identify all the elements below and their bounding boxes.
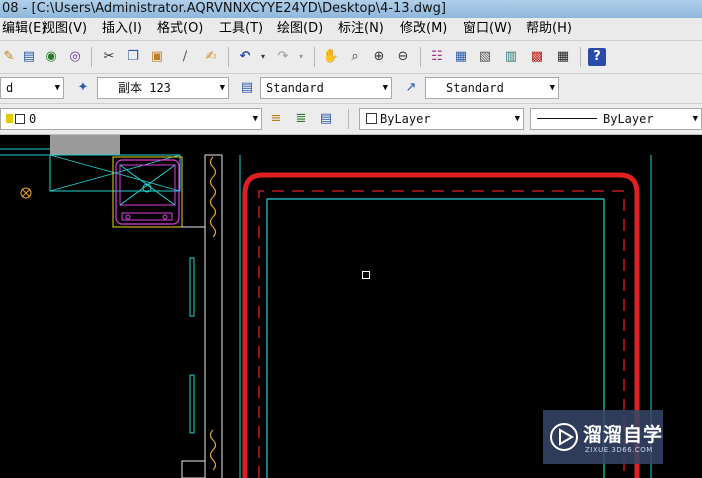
styles-toolbar: d ▼ ✦ 副本 123 ▼ ▤ Standard ▼ ↗ Standard ▼ — [0, 74, 702, 104]
tool-palettes-icon[interactable]: ▧ — [476, 48, 494, 66]
markup-icon[interactable]: ▩ — [528, 48, 546, 66]
menu-window[interactable]: 窗口(W) — [461, 18, 514, 40]
chevron-down-icon: ▼ — [219, 83, 225, 93]
chevron-down-icon: ▼ — [514, 114, 520, 124]
wall-lines — [181, 154, 223, 478]
menu-draw[interactable]: 绘图(D) — [275, 18, 325, 40]
upper-left-block — [0, 135, 181, 192]
multileader-style-select[interactable]: Standard ▼ — [425, 77, 559, 99]
color-swatch — [366, 113, 377, 124]
multileader-style-icon[interactable]: ↗ — [402, 79, 420, 97]
pan-icon[interactable]: ✋ — [322, 48, 340, 66]
paste-icon[interactable]: ▣ — [148, 48, 166, 66]
dim-style-icon[interactable]: ✦ — [74, 79, 92, 97]
orange-marker — [20, 187, 32, 199]
make-object-layer-current-icon[interactable]: ≡ — [267, 110, 285, 128]
play-icon — [550, 423, 578, 451]
chevron-down-icon: ▼ — [692, 114, 698, 124]
menu-view[interactable]: 视图(V) — [40, 18, 89, 40]
menu-help[interactable]: 帮助(H) — [524, 18, 574, 40]
cursor-pickbox — [362, 271, 370, 279]
standard-toolbar: ✎ ▤ ◉ ◎ ✂ ❐ ▣ ∕ ✍ ↶ ▾ ↷ ▾ ✋ ⌕ ⊕ ⊖ ☷ ▦ ▧ … — [0, 41, 702, 74]
zoom-previous-icon[interactable]: ⊖ — [394, 48, 412, 66]
calculator-icon[interactable]: ▦ — [554, 48, 572, 66]
menu-bar: 编辑(E) 视图(V) 插入(I) 格式(O) 工具(T) 绘图(D) 标注(N… — [0, 18, 702, 41]
plot-icon[interactable]: ◎ — [66, 48, 84, 66]
text-style-value: d — [6, 81, 14, 95]
cut-icon[interactable]: ✂ — [100, 48, 118, 66]
layers-toolbar: 0 ▼ ≡ ≣ ▤ ByLayer ▼ ByLayer ▼ — [0, 104, 702, 135]
title-bar: 08 - [C:\Users\Administrator.AQRVNNXCYYE… — [0, 0, 702, 18]
watermark-url: ZIXUE.3D66.COM — [585, 446, 653, 454]
spring-line-lower — [209, 429, 217, 471]
watermark-brand: 溜溜自学 — [583, 424, 664, 446]
design-center-icon[interactable]: ▦ — [452, 48, 470, 66]
layer-color-swatch — [15, 114, 25, 124]
brush-icon[interactable]: ∕ — [176, 48, 194, 66]
menu-insert[interactable]: 插入(I) — [100, 18, 144, 40]
table-style-select[interactable]: Standard ▼ — [260, 77, 392, 99]
current-layer-name: 0 — [29, 112, 37, 126]
magenta-block — [112, 156, 183, 228]
linetype-control-select[interactable]: ByLayer ▼ — [530, 108, 702, 130]
menu-tools[interactable]: 工具(T) — [217, 18, 265, 40]
menu-dimension[interactable]: 标注(N) — [336, 18, 386, 40]
spring-line — [209, 156, 217, 238]
zoom-realtime-icon[interactable]: ⌕ — [346, 48, 364, 66]
publish-icon[interactable]: ◉ — [42, 48, 60, 66]
linetype-sample — [537, 118, 597, 119]
table-style-value: Standard — [266, 81, 324, 95]
dim-style-value: 副本 123 — [118, 81, 171, 95]
color-control-select[interactable]: ByLayer ▼ — [359, 108, 524, 130]
undo-icon[interactable]: ↶ — [236, 48, 254, 66]
redo-icon[interactable]: ↷ — [274, 48, 292, 66]
table-style-icon[interactable]: ▤ — [238, 79, 256, 97]
chevron-down-icon: ▼ — [54, 83, 60, 93]
layer-previous-icon[interactable]: ≣ — [292, 110, 310, 128]
print-preview-icon[interactable]: ▤ — [20, 48, 38, 66]
undo-dropdown-icon[interactable]: ▾ — [254, 48, 272, 66]
menu-modify[interactable]: 修改(M) — [398, 18, 449, 40]
chevron-down-icon: ▼ — [382, 83, 388, 93]
match-properties-icon[interactable]: ✍ — [202, 48, 220, 66]
layer-on-icon — [6, 114, 13, 123]
properties-icon[interactable]: ☷ — [428, 48, 446, 66]
copy-icon[interactable]: ❐ — [124, 48, 142, 66]
chevron-down-icon: ▼ — [252, 114, 258, 124]
help-icon[interactable]: ? — [588, 48, 606, 66]
menu-format[interactable]: 格式(O) — [155, 18, 205, 40]
watermark-logo: 溜溜自学 ZIXUE.3D66.COM — [543, 410, 663, 464]
layer-states-icon[interactable]: ▤ — [317, 110, 335, 128]
chevron-down-icon: ▼ — [549, 83, 555, 93]
text-style-select[interactable]: d ▼ — [0, 77, 64, 99]
open-icon[interactable]: ✎ — [0, 48, 18, 66]
linetype-value: ByLayer — [603, 112, 654, 126]
dim-style-select[interactable]: 副本 123 ▼ — [97, 77, 229, 99]
window-title: 08 - [C:\Users\Administrator.AQRVNNXCYYE… — [2, 1, 446, 16]
redo-dropdown-icon[interactable]: ▾ — [292, 48, 310, 66]
door-markers — [189, 257, 195, 434]
zoom-window-icon[interactable]: ⊕ — [370, 48, 388, 66]
layer-select[interactable]: 0 ▼ — [0, 108, 262, 130]
sheet-set-icon[interactable]: ▥ — [502, 48, 520, 66]
color-value: ByLayer — [380, 112, 431, 126]
multileader-style-value: Standard — [446, 81, 504, 95]
